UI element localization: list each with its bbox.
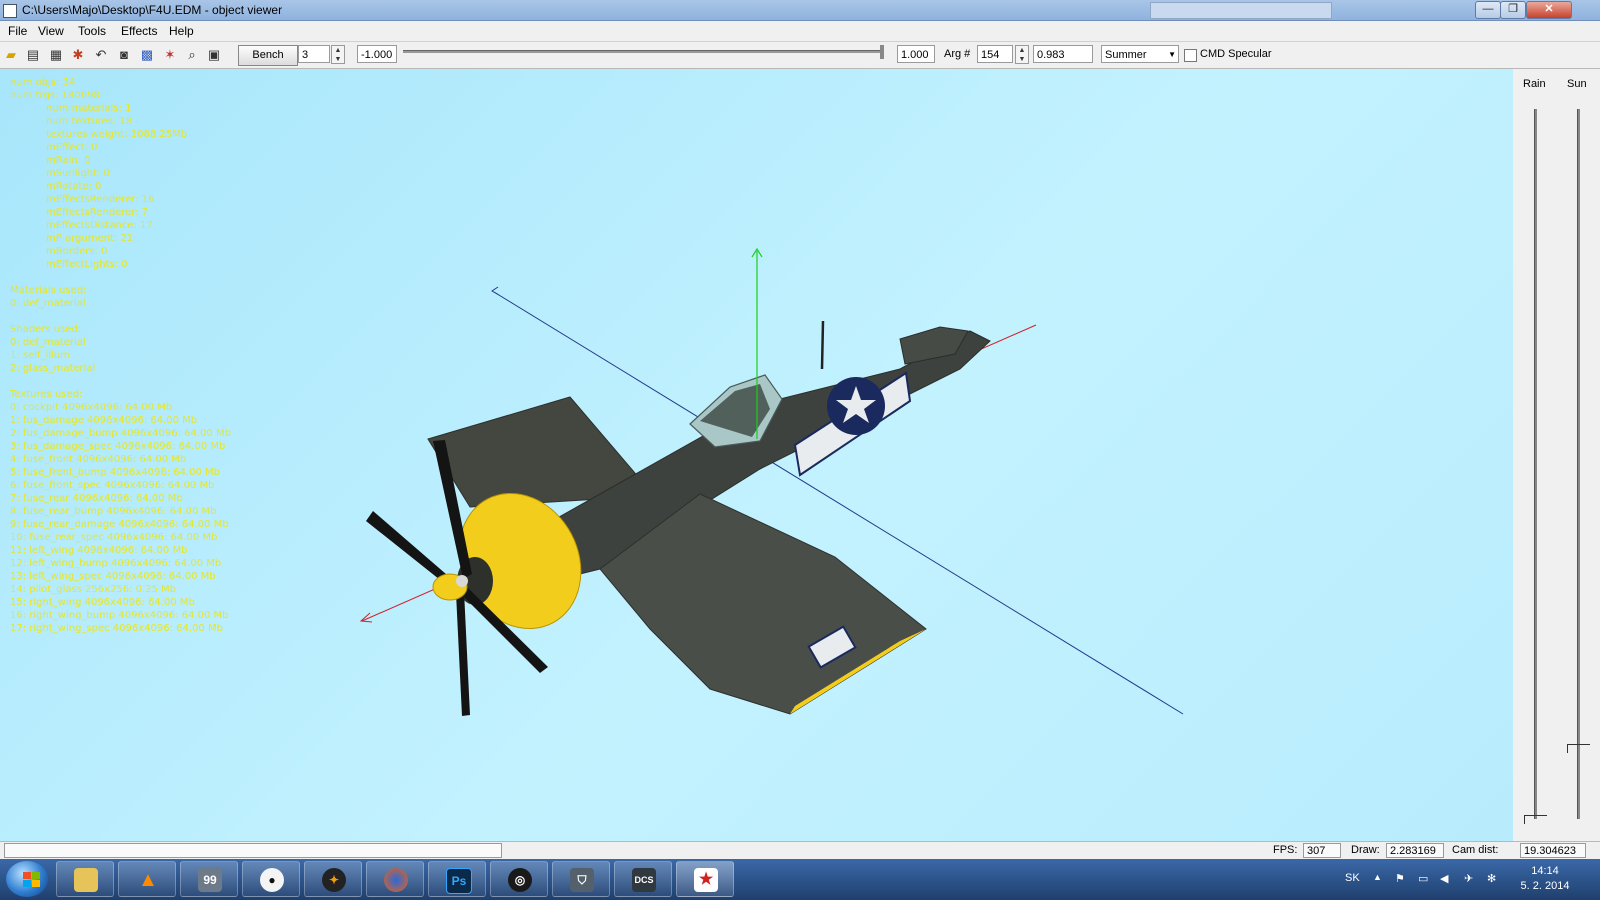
weather-panel: Rain Sun	[1513, 69, 1600, 841]
arg-field[interactable]: 154	[977, 45, 1013, 63]
status-bar: FPS: 307 Draw: 2.283169 Cam dist: 19.304…	[0, 841, 1600, 860]
taskbar-total-commander[interactable]: 99	[180, 861, 238, 897]
effects-icon[interactable]: ✱	[70, 47, 86, 63]
taskbar-object-viewer[interactable]: ★	[676, 861, 734, 897]
arg-label: Arg #	[944, 48, 971, 60]
title-search-box	[1150, 2, 1332, 19]
season-select[interactable]: Summer ▼	[1101, 45, 1179, 63]
propeller-hub	[456, 575, 468, 587]
object-viewer-icon: ★	[694, 868, 718, 892]
arg-slider-thumb[interactable]	[880, 45, 884, 59]
menu-effects[interactable]: Effects	[121, 24, 157, 38]
z-axis-arrow	[491, 286, 500, 296]
network-icon[interactable]: ✈	[1464, 872, 1473, 885]
taskbar-vlc[interactable]: ▲	[118, 861, 176, 897]
taskbar-photoshop[interactable]: Ps	[428, 861, 486, 897]
maximize-button[interactable]: ❐	[1500, 1, 1526, 19]
arg-slider-track[interactable]	[403, 50, 881, 53]
antenna-mast	[820, 320, 825, 370]
document-icon[interactable]: ▦	[48, 47, 64, 63]
vlc-icon: ▲	[138, 869, 158, 891]
app-icon	[3, 4, 17, 18]
open-folder-icon[interactable]: ▰	[3, 47, 19, 63]
season-value: Summer	[1105, 49, 1147, 61]
skeleton-icon[interactable]: ✶	[162, 47, 178, 63]
explorer-icon	[74, 868, 98, 892]
range-max-field[interactable]: 1.000	[897, 45, 935, 63]
propeller-blade-down	[456, 591, 470, 716]
taskbar-explorer[interactable]	[56, 861, 114, 897]
taskbar: ▲ 99 ● ✦ Ps ◎ ⛉ DCS ★ SK ▲ ⚑ ▭ ◀ ✈ ✻ 14:…	[0, 859, 1600, 900]
menu-bar: File View Tools Effects Help	[0, 21, 1600, 42]
window-title: C:\Users\Majo\Desktop\F4U.EDM - object v…	[22, 3, 283, 17]
arg-spinner[interactable]: ▲ ▼	[1015, 45, 1029, 64]
bench-spinner[interactable]: ▲ ▼	[331, 45, 345, 64]
rain-slider-thumb[interactable]	[1524, 815, 1547, 824]
toolbar: ▰ ▤ ▦ ✱ ↶ ◙ ▩ ✶ ⌕ ▣ Bench 3 ▲ ▼ -1.000 1.…	[0, 42, 1600, 69]
taskbar-dcs[interactable]: DCS	[614, 861, 672, 897]
taskbar-panda[interactable]: ●	[242, 861, 300, 897]
bench-button[interactable]: Bench	[238, 45, 298, 66]
bluetooth-icon[interactable]: ✻	[1487, 872, 1496, 885]
graph-icon[interactable]: ▩	[139, 47, 155, 63]
sun-slider-track[interactable]	[1577, 109, 1580, 819]
menu-file[interactable]: File	[8, 24, 27, 38]
volume-icon[interactable]: ◀	[1440, 872, 1448, 885]
aircraft-scene	[359, 247, 1184, 716]
bench-count-field[interactable]: 3	[298, 45, 330, 63]
taskbar-blender[interactable]: ✦	[304, 861, 362, 897]
3d-viewport[interactable]: num objs: 34 num trgs: 180698 num material…	[0, 69, 1513, 841]
cmd-specular-label: CMD Specular	[1200, 48, 1272, 60]
clock-time: 14:14	[1531, 865, 1559, 877]
close-button[interactable]: ✕	[1526, 1, 1572, 19]
windows-logo-icon	[23, 872, 40, 887]
draw-value: 2.283169	[1386, 843, 1444, 858]
start-button[interactable]	[6, 861, 48, 897]
fps-label: FPS:	[1273, 844, 1298, 856]
cam-dist-value: 19.304623	[1520, 843, 1586, 858]
taskbar-shield[interactable]: ⛉	[552, 861, 610, 897]
flag-icon[interactable]: ⚑	[1395, 872, 1405, 885]
total-commander-icon: 99	[198, 868, 222, 892]
camera-icon[interactable]: ◙	[116, 47, 132, 63]
rain-label: Rain	[1523, 78, 1546, 90]
display-icon[interactable]: ▭	[1418, 872, 1428, 885]
panda-icon: ●	[260, 868, 284, 892]
steam-icon: ◎	[508, 868, 532, 892]
menu-view[interactable]: View	[38, 24, 64, 38]
zoom-icon[interactable]: ⌕	[184, 47, 200, 63]
taskbar-steam[interactable]: ◎	[490, 861, 548, 897]
chevron-down-icon: ▼	[1168, 50, 1176, 59]
menu-tools[interactable]: Tools	[78, 24, 106, 38]
shield-icon: ⛉	[570, 868, 594, 892]
arg-param-field[interactable]: 0.983	[1033, 45, 1093, 63]
clock-date: 5. 2. 2014	[1520, 880, 1570, 892]
rain-slider-track[interactable]	[1534, 109, 1537, 819]
undo-icon[interactable]: ↶	[93, 47, 109, 63]
cmd-specular-checkbox[interactable]	[1184, 49, 1197, 62]
clock[interactable]: 14:14 5. 2. 2014	[1515, 864, 1575, 894]
title-bar: C:\Users\Majo\Desktop\F4U.EDM - object v…	[0, 0, 1600, 21]
sun-slider-thumb[interactable]	[1567, 744, 1590, 753]
cam-dist-label: Cam dist:	[1452, 844, 1499, 856]
menu-help[interactable]: Help	[169, 24, 194, 38]
save-icon[interactable]: ▤	[25, 47, 41, 63]
fps-value: 307	[1303, 843, 1341, 858]
language-indicator[interactable]: SK	[1345, 872, 1360, 884]
draw-label: Draw:	[1351, 844, 1380, 856]
firefox-icon	[384, 868, 408, 892]
photoshop-icon: Ps	[446, 868, 472, 894]
taskbar-firefox[interactable]	[366, 861, 424, 897]
properties-icon[interactable]: ▣	[206, 47, 222, 63]
dcs-icon: DCS	[632, 868, 656, 892]
command-input[interactable]	[4, 843, 502, 858]
sun-label: Sun	[1567, 78, 1587, 90]
blender-icon: ✦	[322, 868, 346, 892]
range-min-field[interactable]: -1.000	[357, 45, 397, 63]
minimize-button[interactable]: —	[1475, 1, 1501, 19]
tray-expand-icon[interactable]: ▲	[1373, 872, 1382, 882]
